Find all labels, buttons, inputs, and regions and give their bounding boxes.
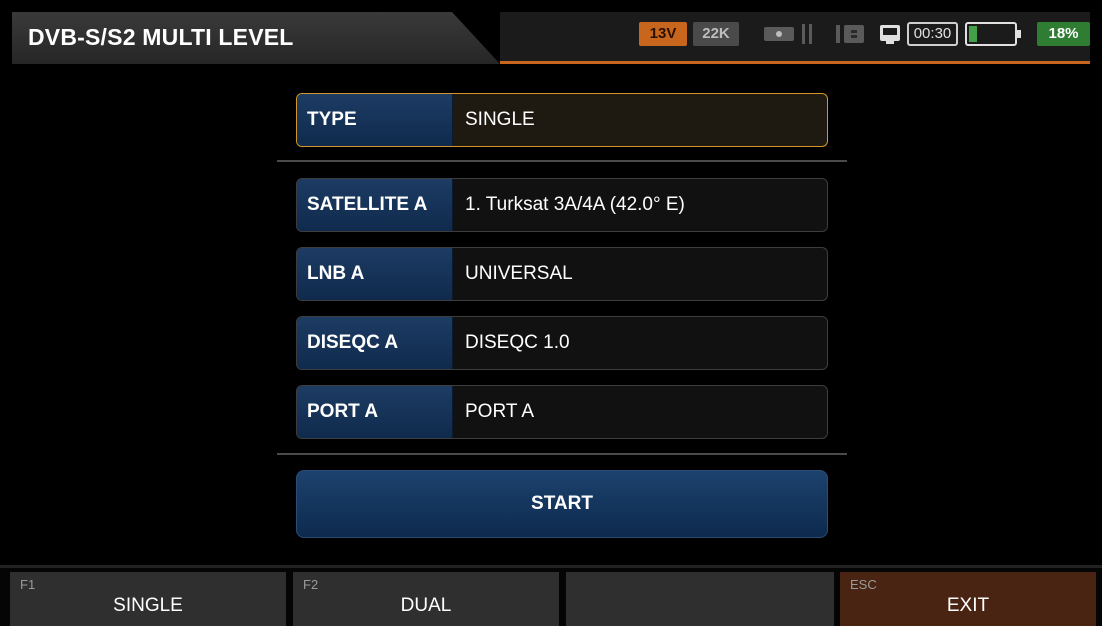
port-a-value: PORT A [465, 401, 534, 422]
type-label: TYPE [297, 94, 453, 146]
diseqc-a-row[interactable]: DISEQC A DISEQC 1.0 [296, 316, 828, 370]
clock: 00:30 [907, 22, 958, 46]
lnb-power-icon [762, 22, 818, 46]
battery-percent: 18% [1037, 22, 1090, 46]
port-a-row[interactable]: PORT A PORT A [296, 385, 828, 439]
lnb-a-row[interactable]: LNB A UNIVERSAL [296, 247, 828, 301]
f1-button-label: SINGLE [113, 595, 183, 616]
voltage-badge: 13V [639, 22, 687, 46]
satellite-a-row[interactable]: SATELLITE A 1. Turksat 3A/4A (42.0° E) [296, 178, 828, 232]
tone-badge: 22K [693, 22, 739, 46]
f1-single-button[interactable]: F1 SINGLE [10, 572, 286, 626]
lnb-a-label: LNB A [297, 248, 453, 300]
function-key-bar: F1 SINGLE F2 DUAL ESC EXIT [0, 565, 1102, 626]
page-title: DVB-S/S2 MULTI LEVEL [28, 24, 294, 50]
exit-button-label: EXIT [946, 595, 990, 616]
f1-key-label: F1 [20, 577, 36, 592]
sd-card-icon [834, 22, 868, 46]
monitor-icon [879, 22, 901, 46]
f2-button-label: DUAL [400, 595, 452, 616]
title-tab: DVB-S/S2 MULTI LEVEL [12, 12, 500, 64]
divider-top [277, 160, 847, 162]
diseqc-a-label: DISEQC A [297, 317, 453, 369]
f2-key-label: F2 [303, 577, 319, 592]
type-row[interactable]: TYPE SINGLE [296, 93, 828, 147]
type-value: SINGLE [465, 109, 535, 130]
start-button[interactable]: START [296, 470, 828, 538]
f2-dual-button[interactable]: F2 DUAL [293, 572, 559, 626]
diseqc-a-value: DISEQC 1.0 [465, 332, 570, 353]
divider-bottom [277, 453, 847, 455]
satellite-a-label: SATELLITE A [297, 179, 453, 231]
port-a-label: PORT A [297, 386, 453, 438]
header-bar: DVB-S/S2 MULTI LEVEL 13V 22K 00:30 18% [0, 0, 1102, 88]
esc-key-label: ESC [850, 577, 877, 592]
exit-button[interactable]: ESC EXIT [840, 572, 1096, 626]
satellite-a-value: 1. Turksat 3A/4A (42.0° E) [465, 194, 685, 215]
lnb-a-value: UNIVERSAL [465, 263, 573, 284]
battery-icon [965, 22, 1022, 46]
f3-empty-button[interactable] [566, 572, 834, 626]
